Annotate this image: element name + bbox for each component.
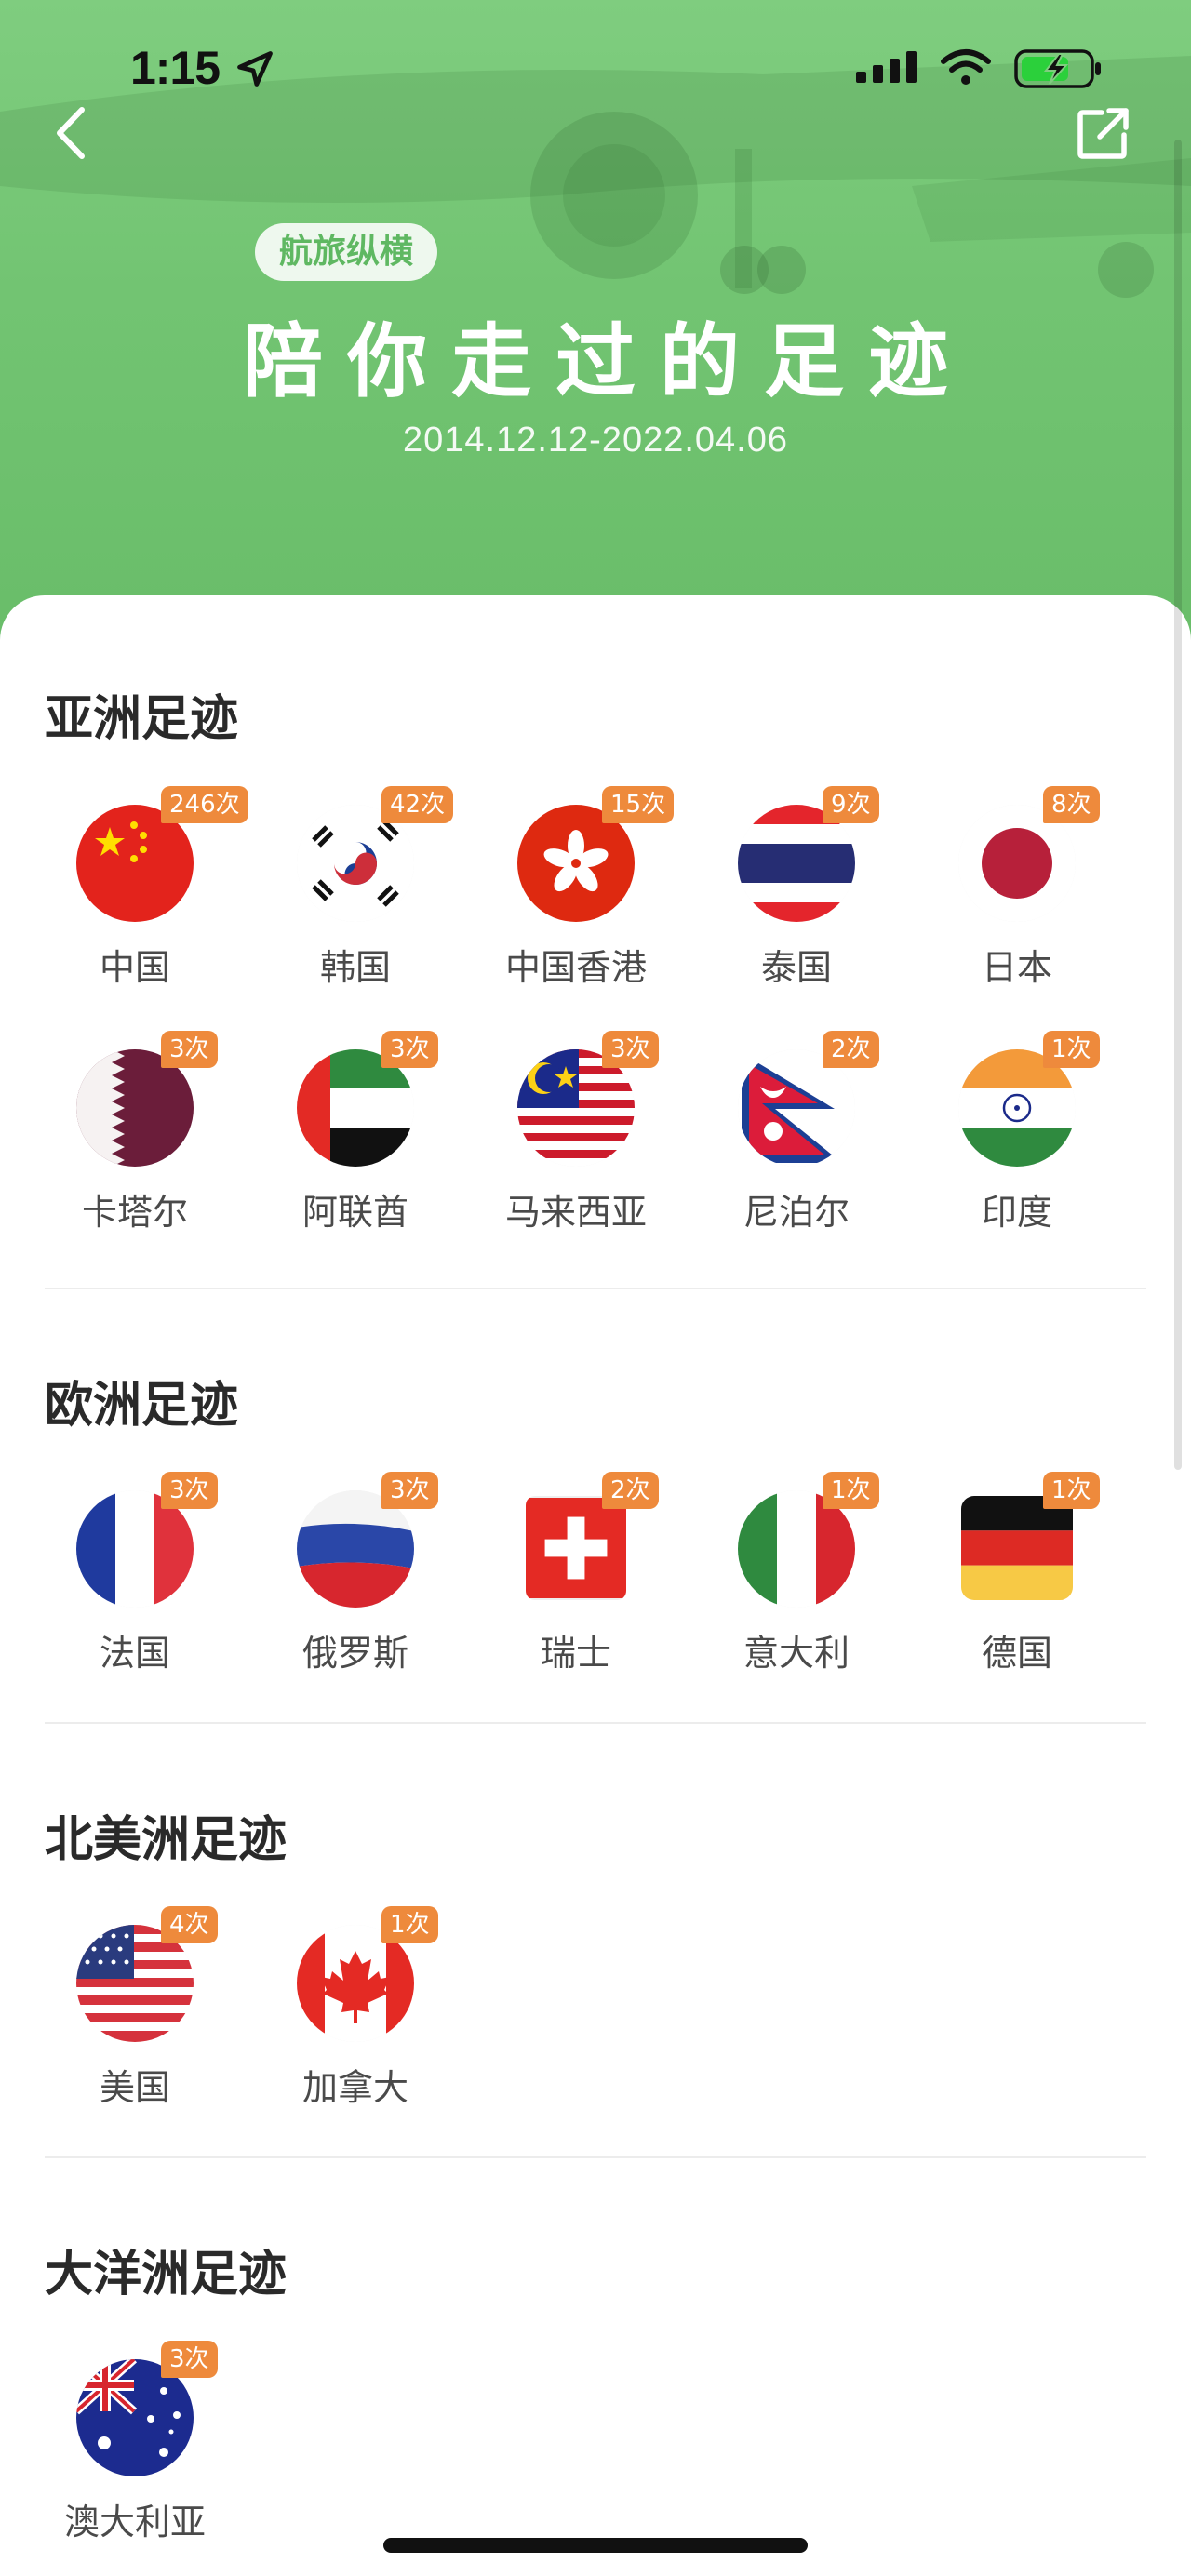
country-item-italy[interactable]: 1次 意大利 [703,1472,890,1686]
visit-count-badge: 3次 [161,1472,218,1509]
visit-count-badge: 8次 [1043,786,1100,823]
section-divider [45,1288,1146,1289]
country-item-korea[interactable]: 42次 韩国 [262,786,454,1000]
visit-count-badge: 4次 [161,1906,218,1943]
visit-count-badge: 3次 [381,1472,438,1509]
wifi-icon [941,49,991,85]
visit-count-badge: 1次 [381,1906,438,1943]
switzerland-flag-icon [526,1496,626,1600]
country-item-russia[interactable]: 3次 俄罗斯 [262,1472,448,1686]
visit-count-badge: 2次 [823,1031,879,1068]
country-name: 中国香港 [504,947,647,988]
visit-count-badge: 3次 [381,1031,438,1068]
country-name: 日本 [981,947,1052,988]
country-item-malaysia[interactable]: 3次 马来西亚 [483,1031,669,1245]
country-item-japan[interactable]: 8次 日本 [924,786,1110,1000]
scroll-indicator[interactable] [1174,140,1182,1470]
country-item-switzerland[interactable]: 2次 瑞士 [483,1472,669,1686]
back-chevron-icon[interactable] [47,100,93,166]
page-title: 陪你走过的足迹 [243,315,972,408]
country-item-nepal[interactable]: 2次 尼泊尔 [703,1031,890,1245]
country-name: 印度 [981,1192,1052,1233]
hero-tag: 航旅纵横 [255,223,438,281]
country-name: 意大利 [743,1633,850,1674]
country-name: 泰国 [760,947,832,988]
country-name: 俄罗斯 [301,1633,408,1674]
country-name: 法国 [99,1633,170,1674]
visit-count-badge: 1次 [823,1472,879,1509]
country-item-uae[interactable]: 3次 阿联酋 [262,1031,448,1245]
share-external-icon[interactable] [1077,107,1130,159]
section-title: 欧洲足迹 [45,1378,239,1434]
country-item-australia[interactable]: 3次 澳大利亚 [42,2341,228,2555]
section-title: 大洋洲足迹 [45,2247,288,2302]
country-item-qatar[interactable]: 3次 卡塔尔 [42,1031,228,1245]
country-item-canada[interactable]: 1次 加拿大 [262,1906,448,2120]
country-item-germany[interactable]: 1次 德国 [924,1472,1110,1686]
country-item-thailand[interactable]: 9次 泰国 [703,786,890,1000]
country-item-india[interactable]: 1次 印度 [924,1031,1110,1245]
germany-flag-icon [961,1496,1073,1600]
country-name: 美国 [99,2067,170,2108]
section-title: 亚洲足迹 [45,691,239,747]
country-name: 中国 [99,947,170,988]
cellular-signal-icon [856,51,917,83]
country-name: 阿联酋 [301,1192,408,1233]
section-divider [45,2156,1146,2158]
visit-count-badge: 9次 [823,786,879,823]
country-name: 加拿大 [301,2067,408,2108]
country-name: 马来西亚 [504,1192,647,1233]
section-title: 北美洲足迹 [45,1812,288,1868]
visit-count-badge: 15次 [602,786,675,823]
visit-count-badge: 1次 [1043,1472,1100,1509]
country-item-china[interactable]: 246次 中国 [42,786,248,1000]
country-name: 瑞士 [540,1633,611,1674]
visit-count-badge: 42次 [381,786,454,823]
status-time: 1:15 [130,42,221,94]
visit-count-badge: 2次 [602,1472,659,1509]
visit-count-badge: 246次 [161,786,248,823]
header-banner: 1:15 航旅纵横 陪你走过的足迹 2014.12.12-2022.04.06 [0,0,1191,651]
country-name: 澳大利亚 [63,2502,206,2543]
status-bar: 1:15 [0,0,1191,140]
home-indicator[interactable] [383,2538,808,2553]
country-name: 卡塔尔 [81,1192,188,1233]
battery-charging-icon [1014,49,1101,88]
date-range: 2014.12.12-2022.04.06 [402,420,789,460]
location-arrow-icon [237,51,273,87]
section-divider [45,1722,1146,1724]
country-name: 韩国 [319,947,391,988]
visit-count-badge: 3次 [161,1031,218,1068]
country-item-hongkong[interactable]: 15次 中国香港 [483,786,675,1000]
country-name: 德国 [981,1633,1052,1674]
country-item-france[interactable]: 3次 法国 [42,1472,228,1686]
country-item-usa[interactable]: 4次 美国 [42,1906,228,2120]
country-name: 尼泊尔 [743,1192,850,1233]
footprint-card: 亚洲足迹 246次 中国 42次 韩国 15次 中国香港 9次 泰国 8次 日本… [0,595,1191,2576]
visit-count-badge: 3次 [161,2341,218,2378]
visit-count-badge: 1次 [1043,1031,1100,1068]
visit-count-badge: 3次 [602,1031,659,1068]
